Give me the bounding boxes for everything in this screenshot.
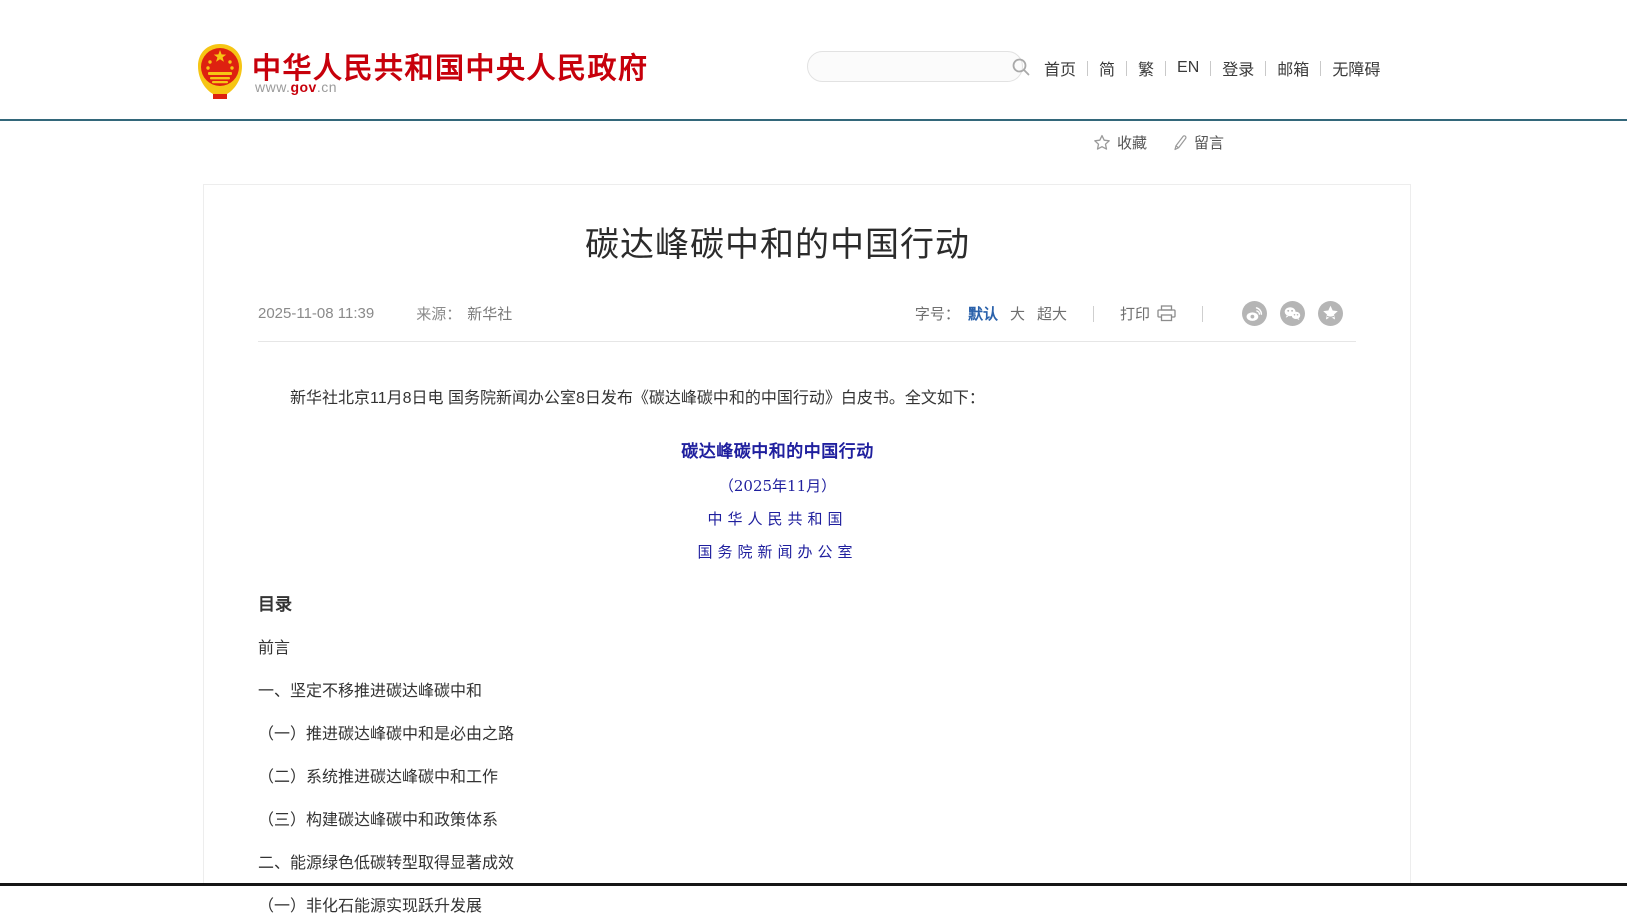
share-qzone-icon[interactable]: [1318, 301, 1343, 326]
article-meta: 2025-11-08 11:39 来源： 新华社 字号： 默认 大 超大 打印: [258, 301, 1356, 326]
nav-separator: [1210, 61, 1211, 76]
share-wechat-icon[interactable]: [1280, 301, 1305, 326]
font-size-large-button[interactable]: 大: [1010, 303, 1025, 324]
star-icon: [1093, 134, 1111, 152]
nav-accessibility[interactable]: 无障碍: [1332, 56, 1380, 80]
share-icons: [1229, 301, 1343, 326]
nav-separator: [1320, 61, 1321, 76]
toc-heading: 目录: [258, 590, 1356, 615]
top-nav: 首页 简 繁 EN 登录 邮箱 无障碍: [1044, 56, 1380, 80]
toc-item-section1: 一、坚定不移推进碳达峰碳中和: [258, 683, 1356, 701]
font-size-xlarge-button[interactable]: 超大: [1037, 303, 1067, 324]
font-size-label: 字号：: [915, 303, 960, 324]
print-label: 打印: [1120, 303, 1150, 324]
document-date: （2025年11月）: [258, 475, 1297, 496]
nav-login[interactable]: 登录: [1222, 56, 1254, 80]
meta-divider: [258, 341, 1356, 342]
document-author-line2: 国务院新闻办公室: [258, 541, 1297, 562]
document-author-line1: 中华人民共和国: [258, 508, 1297, 529]
pencil-icon: [1172, 134, 1188, 151]
comment-label: 留言: [1194, 132, 1224, 153]
page-title: 碳达峰碳中和的中国行动: [258, 223, 1297, 267]
favorite-label: 收藏: [1117, 132, 1147, 153]
nav-separator: [1265, 61, 1266, 76]
nav-simplified[interactable]: 简: [1099, 56, 1115, 80]
site-url-suffix: .cn: [317, 79, 337, 95]
toc-item-section1-2: （二）系统推进碳达峰碳中和工作: [258, 769, 1356, 787]
nav-separator: [1087, 61, 1088, 76]
toc-item-section1-1: （一）推进碳达峰碳中和是必由之路: [258, 726, 1356, 744]
toc-item-preface: 前言: [258, 640, 1356, 658]
window-bottom-edge: [0, 883, 1627, 886]
share-weibo-icon[interactable]: [1242, 301, 1267, 326]
publish-date: 2025-11-08 11:39: [258, 305, 374, 322]
lead-paragraph: 新华社北京11月8日电 国务院新闻办公室8日发布《碳达峰碳中和的中国行动》白皮书…: [258, 389, 1356, 409]
toolbar-separator: [1202, 306, 1203, 322]
toolbar-separator: [1093, 306, 1094, 322]
comment-button[interactable]: 留言: [1172, 132, 1224, 153]
toc-item-section1-3: （三）构建碳达峰碳中和政策体系: [258, 812, 1356, 830]
toc-item-section2: 二、能源绿色低碳转型取得显著成效: [258, 855, 1356, 873]
font-size-default-button[interactable]: 默认: [968, 303, 998, 324]
article-toolbar: 字号： 默认 大 超大 打印: [915, 301, 1343, 326]
toc-item-section2-1: （一）非化石能源实现跃升发展: [258, 898, 1356, 916]
search-icon[interactable]: [1011, 57, 1031, 77]
source-label: 来源：: [416, 303, 461, 324]
search-bar: [807, 51, 1023, 82]
site-header: 中华人民共和国中央人民政府 www.gov.cn 首页 简 繁 EN 登录 邮箱…: [0, 0, 1627, 121]
printer-icon: [1157, 305, 1176, 322]
site-url: www.gov.cn: [255, 79, 337, 95]
nav-english[interactable]: EN: [1177, 59, 1199, 77]
document-title: 碳达峰碳中和的中国行动: [258, 437, 1297, 462]
nav-separator: [1165, 61, 1166, 76]
article-container: 碳达峰碳中和的中国行动 2025-11-08 11:39 来源： 新华社 字号：…: [203, 184, 1411, 884]
nav-home[interactable]: 首页: [1044, 56, 1076, 80]
nav-traditional[interactable]: 繁: [1138, 56, 1154, 80]
national-emblem-logo[interactable]: [196, 42, 244, 100]
print-button[interactable]: 打印: [1120, 303, 1176, 324]
nav-mail[interactable]: 邮箱: [1277, 56, 1309, 80]
quick-actions: 收藏 留言: [1093, 132, 1224, 153]
nav-separator: [1126, 61, 1127, 76]
favorite-button[interactable]: 收藏: [1093, 132, 1147, 153]
source-value[interactable]: 新华社: [467, 303, 512, 324]
site-url-prefix: www.: [255, 79, 290, 95]
site-url-domain: gov: [290, 79, 316, 95]
search-input[interactable]: [808, 59, 1011, 75]
